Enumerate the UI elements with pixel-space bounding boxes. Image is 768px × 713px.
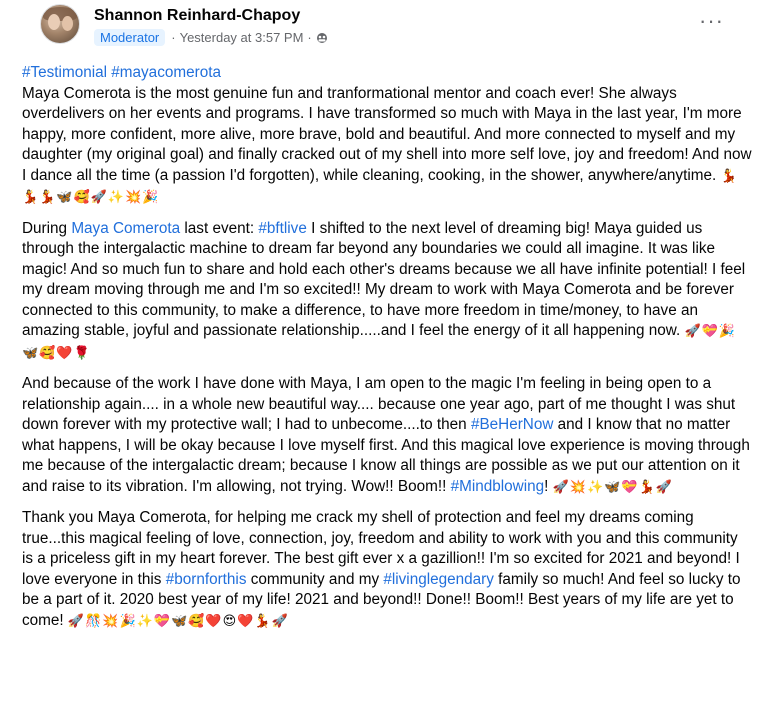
emoji-group: 🚀💥✨🦋💝💃🚀 bbox=[552, 479, 673, 495]
post: Shannon Reinhard-Chapoy Moderator · Yest… bbox=[0, 0, 768, 713]
emoji-group: 🚀🎊💥🎉✨💝🦋🥰❤️😍❤️💃🚀 bbox=[67, 613, 289, 629]
hashtag-link[interactable]: #bornforthis bbox=[166, 571, 247, 588]
hashtag-link[interactable]: #bftlive bbox=[258, 220, 306, 237]
hashtag-link[interactable]: #BeHerNow bbox=[471, 416, 553, 433]
moderator-badge: Moderator bbox=[94, 29, 166, 46]
mention-link[interactable]: Maya Comerota bbox=[71, 220, 180, 237]
post-header: Shannon Reinhard-Chapoy Moderator · Yest… bbox=[20, 0, 746, 56]
paragraph-text: During bbox=[22, 219, 72, 237]
more-options-button[interactable]: ··· bbox=[699, 10, 724, 32]
author-name[interactable]: Shannon Reinhard-Chapoy bbox=[94, 7, 300, 25]
post-meta: Moderator · Yesterday at 3:57 PM · bbox=[94, 29, 328, 46]
hashtag-link[interactable]: #mayacomerota bbox=[111, 64, 221, 81]
paragraph-text: I shifted to the next level of dreaming … bbox=[22, 219, 746, 340]
separator-dot: · bbox=[307, 30, 312, 45]
post-body: #Testimonial #mayacomerota Maya Comerota… bbox=[22, 63, 752, 642]
paragraph-1: #Testimonial #mayacomerota Maya Comerota… bbox=[22, 63, 752, 209]
paragraph-text: community and my bbox=[246, 570, 384, 588]
paragraph-4: Thank you Maya Comerota, for helping me … bbox=[22, 508, 752, 632]
hashtag-link[interactable]: #Testimonial bbox=[22, 64, 107, 81]
paragraph-3: And because of the work I have done with… bbox=[22, 374, 752, 498]
paragraph-text: Maya Comerota is the most genuine fun an… bbox=[22, 84, 752, 184]
paragraph-text: ! bbox=[544, 477, 549, 495]
paragraph-text: last event: bbox=[180, 219, 259, 237]
hashtag-link[interactable]: #Mindblowing bbox=[451, 478, 545, 495]
separator-dot: · bbox=[171, 30, 176, 45]
paragraph-2: During Maya Comerota last event: #bftliv… bbox=[22, 219, 752, 365]
group-audience-icon bbox=[316, 32, 327, 43]
post-timestamp[interactable]: Yesterday at 3:57 PM bbox=[180, 30, 304, 45]
hashtag-link[interactable]: #livinglegendary bbox=[383, 571, 494, 588]
avatar[interactable] bbox=[40, 4, 80, 44]
